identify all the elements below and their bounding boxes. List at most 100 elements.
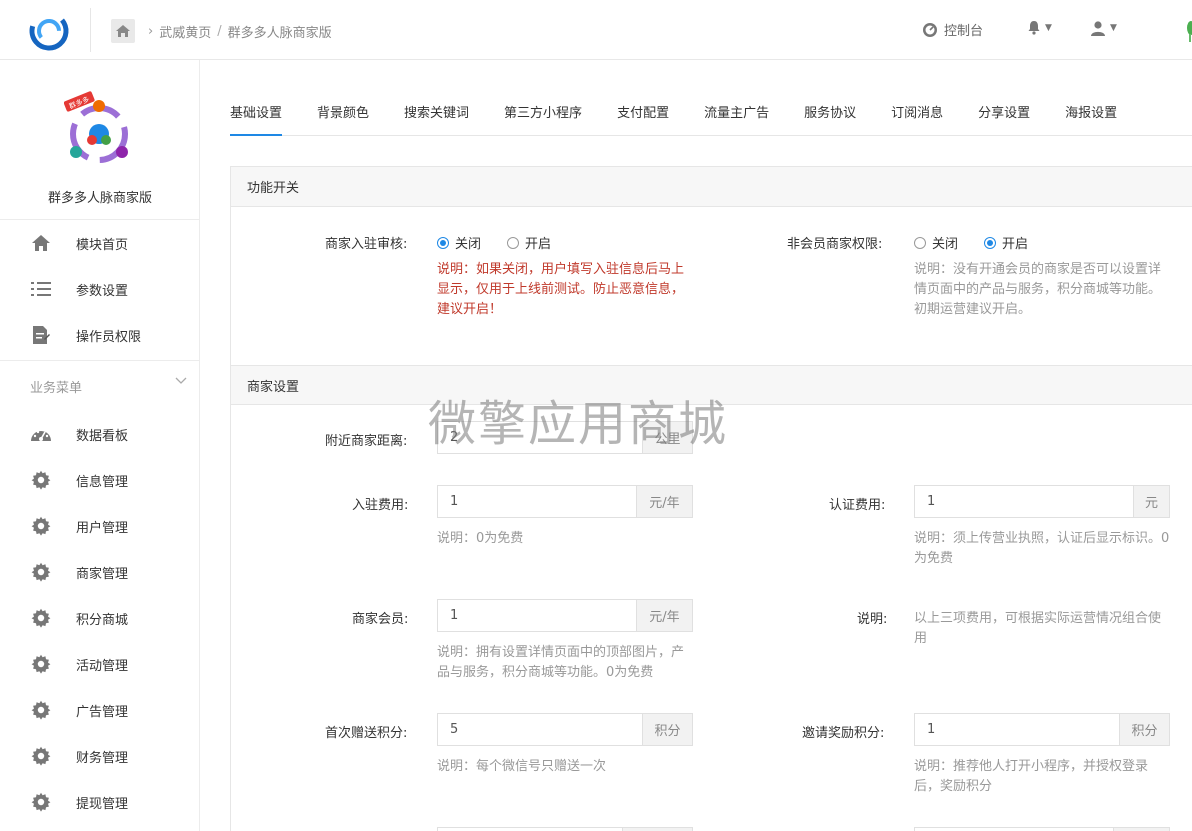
tab-item[interactable]: 流量主广告 <box>704 88 769 136</box>
nearby-distance-unit: 公里 <box>642 422 692 453</box>
next-row-input-group <box>437 827 693 831</box>
first-points-unit: 积分 <box>642 714 692 745</box>
merchant-review-on-radio[interactable]: 开启 <box>507 233 551 252</box>
notification-dropdown[interactable]: ▼ <box>1027 20 1052 35</box>
sidebar-item-dashboard[interactable]: 数据看板 <box>0 411 199 457</box>
sidebar-item-label: 数据看板 <box>76 428 129 444</box>
sidebar-item-business[interactable]: 用户管理 <box>0 503 199 549</box>
brand-name: 群多多人脉商家版 <box>47 191 152 206</box>
sidebar-item-label: 活动管理 <box>76 658 129 674</box>
merchant-review-radio-group: 关闭 开启 <box>437 233 577 252</box>
user-dropdown[interactable]: ▼ <box>1090 20 1117 36</box>
business-menu-header[interactable]: 业务菜单 <box>0 361 199 411</box>
non-member-rights-on-radio[interactable]: 开启 <box>984 233 1028 252</box>
merchant-review-off-radio[interactable]: 关闭 <box>437 233 481 252</box>
top-bar: › 武威黄页 / 群多多人脉商家版 控制台 ▼ ▼ <box>0 0 1192 60</box>
tab-item[interactable]: 基础设置 <box>230 88 283 136</box>
entry-fee-input-group: 元/年 <box>437 485 693 518</box>
settings-tabs: 基础设置 背景颜色 搜索关键词 第三方小程序 支付配置 流量主广告 服务协议 订阅消息 分享设置… <box>230 88 1192 136</box>
sidebar-item-business[interactable]: 提现管理 <box>0 779 199 825</box>
radio-dot <box>984 236 997 249</box>
tab-item[interactable]: 分享设置 <box>978 88 1030 136</box>
settings-panel: 功能开关 商家入驻审核: 关闭 开启 说明：如果关闭，用户填写入驻信息后马上显示… <box>230 166 1192 831</box>
merchant-member-note: 说明：拥有设置详情页面中的顶部图片，产品与服务，积分商城等功能。0为免费 <box>437 645 685 680</box>
document-edit-icon <box>30 324 52 346</box>
breadcrumb-item[interactable]: 武威黄页 <box>159 22 211 41</box>
merchant-review-label: 商家入驻审核: <box>325 237 408 252</box>
breadcrumb-item[interactable]: 群多多人脉商家版 <box>228 22 332 41</box>
non-member-rights-note: 说明：没有开通会员的商家是否可以设置详情页面中的产品与服务，积分商城等功能。初期… <box>914 262 1162 317</box>
non-member-rights-off-radio[interactable]: 关闭 <box>914 233 958 252</box>
home-icon <box>30 232 52 254</box>
cert-fee-input-group: 元 <box>914 485 1170 518</box>
explain-label: 说明: <box>857 612 888 627</box>
cert-fee-note: 说明：须上传营业执照，认证后显示标识。0为免费 <box>914 531 1170 566</box>
entry-fee-input[interactable] <box>438 486 636 517</box>
gear-icon <box>30 699 52 721</box>
user-icon <box>1091 21 1105 36</box>
console-link[interactable]: 控制台 <box>922 20 983 39</box>
sidebar-item-params[interactable]: 参数设置 <box>0 266 199 312</box>
sidebar-item-business[interactable]: 信息管理 <box>0 457 199 503</box>
chevron-down-icon: ▼ <box>1045 22 1052 33</box>
top-divider <box>90 8 91 52</box>
nearby-distance-input[interactable] <box>438 422 642 453</box>
chevron-down-icon: ▼ <box>1110 23 1117 33</box>
sidebar-item-business[interactable]: 财务管理 <box>0 733 199 779</box>
nearby-distance-input-group: 公里 <box>437 421 693 454</box>
invite-points-unit: 积分 <box>1119 714 1169 745</box>
radio-label: 关闭 <box>455 237 482 252</box>
tab-item[interactable]: 搜索关键词 <box>404 88 469 136</box>
breadcrumb: › 武威黄页 / 群多多人脉商家版 <box>148 22 332 41</box>
gear-icon <box>30 469 52 491</box>
home-button[interactable] <box>111 19 135 43</box>
chevron-down-icon <box>175 377 187 384</box>
breadcrumb-separator: / <box>217 24 222 39</box>
first-points-input[interactable] <box>438 714 642 745</box>
gear-icon <box>30 745 52 767</box>
merchant-member-unit: 元/年 <box>636 600 692 631</box>
tab-item[interactable]: 背景颜色 <box>317 88 369 136</box>
sidebar-item-operator-permissions[interactable]: 操作员权限 <box>0 312 199 358</box>
first-points-note: 说明：每个微信号只赠送一次 <box>437 759 607 774</box>
sidebar-item-label: 商家管理 <box>76 566 129 582</box>
cert-fee-unit: 元 <box>1133 486 1169 517</box>
entry-fee-unit: 元/年 <box>636 486 692 517</box>
invite-points-label: 邀请奖励积分: <box>802 726 885 741</box>
invite-points-input-group: 积分 <box>914 713 1170 746</box>
sidebar-item-label: 广告管理 <box>76 704 129 720</box>
tab-item[interactable]: 服务协议 <box>804 88 856 136</box>
gear-icon <box>30 515 52 537</box>
radio-label: 关闭 <box>932 237 959 252</box>
gear-icon <box>30 607 52 629</box>
sidebar-item-label: 信息管理 <box>76 474 129 490</box>
tab-item[interactable]: 订阅消息 <box>891 88 943 136</box>
nearby-distance-label: 附近商家距离: <box>325 434 408 449</box>
chevron-right-icon: › <box>148 24 154 39</box>
next-row-input-group-right <box>914 827 1170 831</box>
first-points-input-group: 积分 <box>437 713 693 746</box>
sidebar-item-label: 提现管理 <box>76 796 129 812</box>
sidebar-item-business[interactable]: 广告管理 <box>0 687 199 733</box>
merchant-member-input[interactable] <box>438 600 636 631</box>
invite-points-input[interactable] <box>915 714 1119 745</box>
sidebar-item-label: 积分商城 <box>76 612 129 628</box>
radio-dot <box>914 236 926 249</box>
tab-item[interactable]: 第三方小程序 <box>504 88 582 136</box>
sidebar-item-business[interactable]: 积分商城 <box>0 595 199 641</box>
app-logo-icon[interactable] <box>28 10 70 52</box>
explain-note: 以上三项费用，可根据实际运营情况组合使用 <box>914 611 1162 646</box>
sidebar-item-label: 模块首页 <box>76 237 129 253</box>
sidebar-item-label: 操作员权限 <box>76 329 142 345</box>
sidebar-item-business[interactable]: 活动管理 <box>0 641 199 687</box>
tab-item[interactable]: 海报设置 <box>1065 88 1117 136</box>
tab-item[interactable]: 支付配置 <box>617 88 669 136</box>
function-switch-header: 功能开关 <box>231 167 1192 207</box>
cert-fee-input[interactable] <box>915 486 1133 517</box>
home-icon <box>116 25 130 37</box>
gear-icon <box>30 791 52 813</box>
non-member-rights-radio-group: 关闭 开启 <box>914 233 1054 252</box>
gear-icon <box>30 561 52 583</box>
sidebar-item-business[interactable]: 商家管理 <box>0 549 199 595</box>
sidebar-item-module-home[interactable]: 模块首页 <box>0 220 199 266</box>
